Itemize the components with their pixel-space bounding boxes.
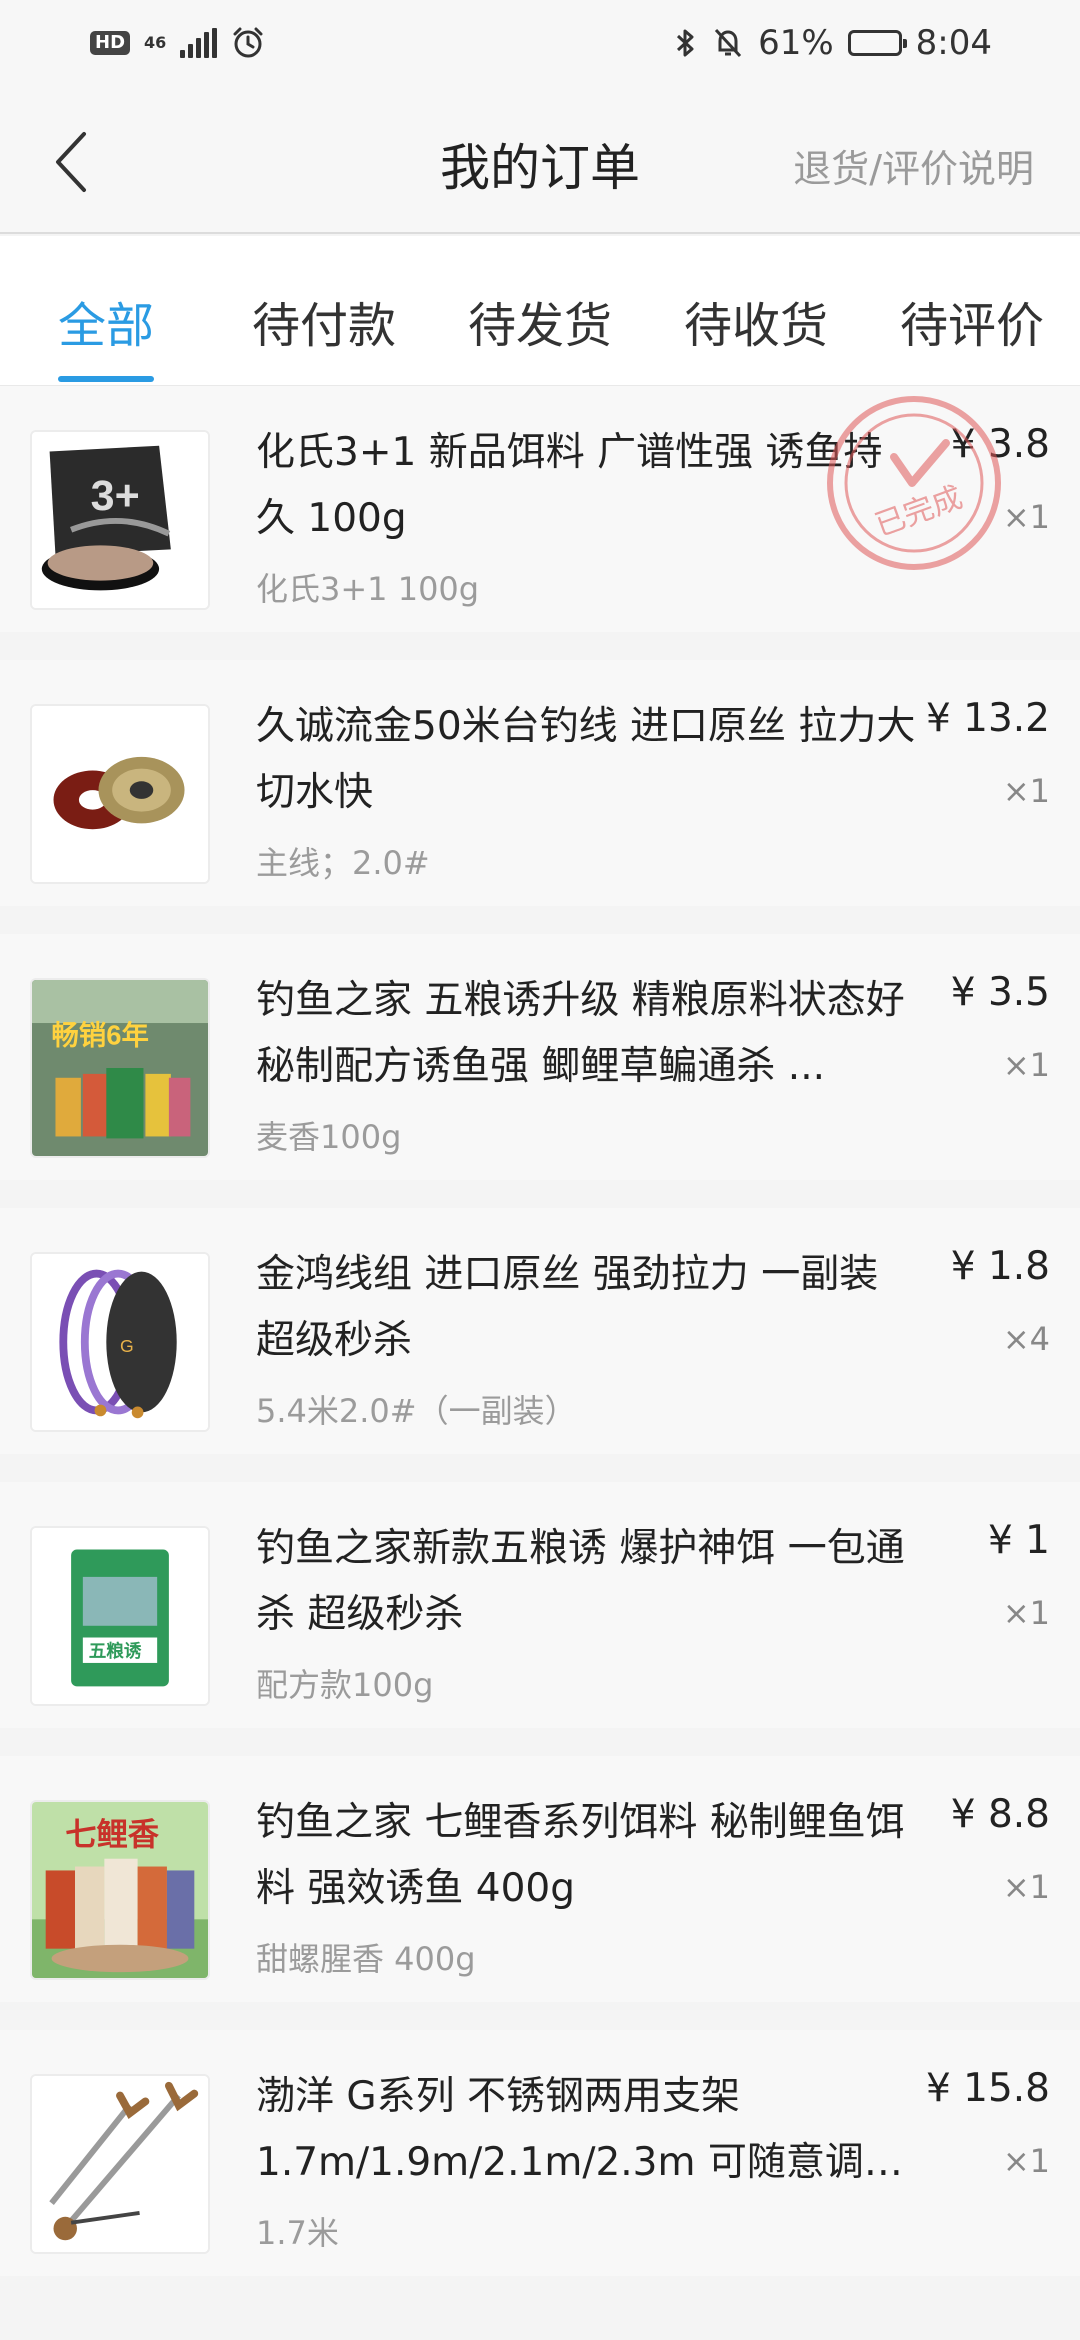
item-price: ¥ 3.5 (950, 970, 1050, 1015)
network-type: 46 (144, 33, 167, 52)
item-title: 金鸿线组 进口原丝 强劲拉力 一副装 超级秒杀 (256, 1252, 879, 1363)
return-review-info-link[interactable]: 退货/评价说明 (793, 138, 1034, 193)
item-title: 钓鱼之家新款五粮诱 爆护神饵 一包通杀 超级秒杀 (256, 1526, 905, 1637)
item-spec: 1.7米 (256, 2214, 339, 2252)
tab-pending-shipment[interactable]: 待发货 (468, 286, 612, 356)
item-quantity: ×1 (1002, 1046, 1050, 1084)
svg-text:七鲤香: 七鲤香 (65, 1817, 160, 1852)
item-price: ¥ 8.8 (950, 1792, 1050, 1837)
item-price: ¥ 13.2 (925, 696, 1050, 741)
item-quantity: ×1 (1002, 1594, 1050, 1632)
order-item[interactable]: 七鲤香 钓鱼之家 七鲤香系列饵料 秘制鲤鱼饵料 强效诱鱼 400g 甜螺腥香 4… (0, 1756, 1080, 2002)
tab-all[interactable]: 全部 (58, 286, 154, 356)
order-item[interactable]: 五粮诱 钓鱼之家新款五粮诱 爆护神饵 一包通杀 超级秒杀 配方款100g ¥ 1… (0, 1482, 1080, 1728)
item-title: 钓鱼之家 五粮诱升级 精粮原料状态好 秘制配方诱鱼强 鲫鲤草鳊通杀 ... (256, 978, 905, 1089)
item-quantity: ×4 (1002, 1320, 1050, 1358)
line-set-icon: G (30, 1252, 210, 1432)
order-item[interactable]: 畅销6年 钓鱼之家 五粮诱升级 精粮原料状态好 秘制配方诱鱼强 鲫鲤草鳊通杀 .… (0, 934, 1080, 1180)
item-spec: 化氏3+1 100g (256, 570, 480, 608)
item-title: 久诚流金50米台钓线 进口原丝 拉力大 切水快 (256, 704, 916, 815)
battery-percent: 61% (758, 23, 834, 63)
item-quantity: ×1 (1002, 2142, 1050, 2180)
clock: 8:04 (915, 23, 992, 63)
fishing-line-spools-icon (30, 704, 210, 884)
active-tab-indicator (58, 376, 154, 382)
svg-text:五粮诱: 五粮诱 (89, 1641, 142, 1661)
item-title: 化氏3+1 新品饵料 广谱性强 诱鱼持久 100g (256, 430, 883, 541)
item-spec: 甜螺腥香 400g (256, 1940, 476, 1978)
alarm-icon (233, 27, 263, 58)
svg-text:3+: 3+ (91, 472, 140, 520)
item-spec: 麦香100g (256, 1118, 402, 1156)
header: 我的订单 退货/评价说明 (0, 86, 1080, 234)
carp-bait-packs-icon: 七鲤香 (30, 1800, 210, 1980)
item-price: ¥ 1.8 (950, 1244, 1050, 1289)
status-left: HD 46 (90, 26, 265, 60)
order-tabs: 全部 待付款 待发货 待收货 待评价 (0, 236, 1080, 386)
item-price: ¥ 15.8 (925, 2066, 1050, 2111)
tab-pending-payment[interactable]: 待付款 (252, 286, 396, 356)
bait-bag-icon: 3+ (30, 430, 210, 610)
item-title: 钓鱼之家 七鲤香系列饵料 秘制鲤鱼饵料 强效诱鱼 400g (256, 1800, 905, 1911)
item-price: ¥ 1 (987, 1518, 1050, 1563)
status-right: 61% 8:04 (674, 23, 992, 63)
order-item[interactable]: 久诚流金50米台钓线 进口原丝 拉力大 切水快 主线；2.0# ¥ 13.2 ×… (0, 660, 1080, 906)
item-spec: 主线；2.0# (256, 844, 430, 882)
green-bait-bag-icon: 五粮诱 (30, 1526, 210, 1706)
tab-pending-review[interactable]: 待评价 (900, 286, 1044, 356)
item-quantity: ×1 (1002, 498, 1050, 536)
rod-holder-icon (30, 2074, 210, 2254)
item-title: 渤洋 G系列 不锈钢两用支架 1.7m/1.9m/2.1m/2.3m 可随意调节… (256, 2074, 903, 2185)
bait-packs-icon: 畅销6年 (30, 978, 210, 1158)
order-item[interactable]: 3+ 化氏3+1 新品饵料 广谱性强 诱鱼持久 100g 化氏3+1 100g … (0, 386, 1080, 632)
signal-icon (180, 28, 218, 58)
battery-icon (847, 30, 907, 56)
item-quantity: ×1 (1002, 772, 1050, 810)
hd-icon: HD (90, 31, 131, 55)
order-item[interactable]: 渤洋 G系列 不锈钢两用支架 1.7m/1.9m/2.1m/2.3m 可随意调节… (0, 2030, 1080, 2276)
item-spec: 5.4米2.0#（一副装） (256, 1392, 577, 1430)
status-bar: HD 46 61% 8:04 (0, 0, 1080, 86)
mute-bell-icon (714, 28, 742, 58)
item-spec: 配方款100g (256, 1666, 434, 1704)
order-item[interactable]: G 金鸿线组 进口原丝 强劲拉力 一副装 超级秒杀 5.4米2.0#（一副装） … (0, 1208, 1080, 1454)
item-quantity: ×1 (1002, 1868, 1050, 1906)
bluetooth-icon (677, 29, 694, 57)
svg-text:G: G (120, 1336, 134, 1356)
tab-pending-receipt[interactable]: 待收货 (684, 286, 828, 356)
item-price: ¥ 3.8 (950, 422, 1050, 467)
svg-text:畅销6年: 畅销6年 (52, 1020, 149, 1051)
